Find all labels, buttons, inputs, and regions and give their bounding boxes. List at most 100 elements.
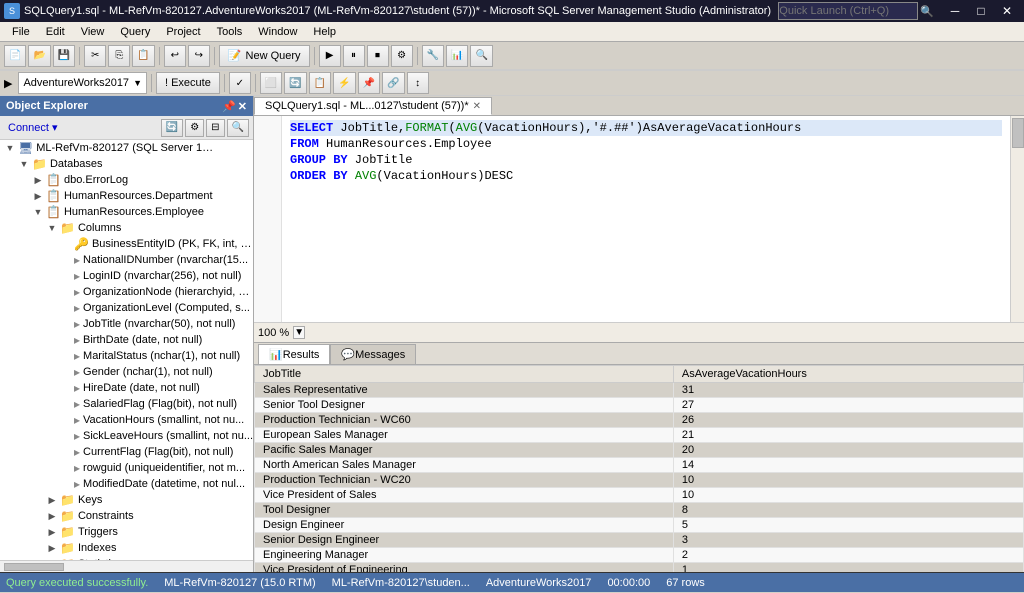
tb-btn5[interactable]: 🔧 [422, 45, 444, 67]
tb-btn7[interactable]: 🔍 [470, 45, 492, 67]
tb-btn2[interactable]: ⏸ [343, 45, 365, 67]
tb-debug3[interactable]: 📋 [309, 72, 331, 94]
tb-undo[interactable]: ↩ [164, 45, 186, 67]
menu-project[interactable]: Project [158, 24, 208, 40]
tree-item[interactable]: ▶📁Triggers [0, 524, 253, 540]
cell-avghours: 3 [673, 533, 1023, 548]
tb-redo[interactable]: ↪ [188, 45, 210, 67]
tb-copy[interactable]: ⎘ [108, 45, 130, 67]
tree-item[interactable]: ▸Gender (nchar(1), not null) [0, 364, 253, 380]
tree-item[interactable]: ▸NationalIDNumber (nvarchar(15... [0, 252, 253, 268]
tree-item[interactable]: ▸SickLeaveHours (smallint, not nu... [0, 428, 253, 444]
oe-collapse-btn[interactable]: ⊟ [206, 119, 224, 137]
minimize-button[interactable]: ─ [942, 0, 968, 22]
editor-scrollbar[interactable] [1010, 116, 1024, 322]
tree-item[interactable]: ▼🖥ML-RefVm-820127 (SQL Server 15.0 RTMCU… [0, 140, 253, 156]
db-dropdown[interactable]: AdventureWorks2017 ▼ [18, 72, 147, 94]
tb-debug7[interactable]: ↕ [407, 72, 429, 94]
close-button[interactable]: ✕ [994, 0, 1020, 22]
tree-item[interactable]: ▸HireDate (date, not null) [0, 380, 253, 396]
menu-view[interactable]: View [73, 24, 113, 40]
tb-btn3[interactable]: ⏹ [367, 45, 389, 67]
editor-tab-1[interactable]: SQLQuery1.sql - ML...0127\student (57))*… [254, 97, 492, 115]
table-row[interactable]: North American Sales Manager14 [255, 458, 1024, 473]
table-row[interactable]: Vice President of Engineering1 [255, 563, 1024, 573]
tb-paste[interactable]: 📋 [132, 45, 154, 67]
tree-item[interactable]: ▶📁Indexes [0, 540, 253, 556]
table-row[interactable]: Production Technician - WC6026 [255, 413, 1024, 428]
table-row[interactable]: Pacific Sales Manager20 [255, 443, 1024, 458]
tree-item[interactable]: ▸ModifiedDate (datetime, not nul... [0, 476, 253, 492]
tb-debug1[interactable]: ⬜ [260, 72, 282, 94]
tb-debug2[interactable]: 🔄 [284, 72, 306, 94]
tree-item[interactable]: ▸SalariedFlag (Flag(bit), not null) [0, 396, 253, 412]
results-table-header: JobTitle AsAverageVacationHours [255, 366, 1024, 383]
results-tab-results[interactable]: 📊 Results [258, 344, 330, 364]
table-row[interactable]: Tool Designer8 [255, 503, 1024, 518]
table-row[interactable]: Sales Representative31 [255, 383, 1024, 398]
menu-edit[interactable]: Edit [38, 24, 73, 40]
tree-type-icon: ▸ [74, 317, 80, 331]
oe-refresh-btn[interactable]: 🔄 [161, 119, 183, 137]
oe-properties-btn[interactable]: 🔍 [227, 119, 249, 137]
tree-type-icon: ▸ [74, 445, 80, 459]
menu-help[interactable]: Help [305, 24, 344, 40]
tree-item[interactable]: ▸LoginID (nvarchar(256), not null) [0, 268, 253, 284]
oe-connect-button[interactable]: Connect ▾ [4, 119, 62, 136]
table-row[interactable]: Design Engineer5 [255, 518, 1024, 533]
menu-window[interactable]: Window [250, 24, 305, 40]
tb-file-new[interactable]: 📄 [4, 45, 26, 67]
tb-debug6[interactable]: 🔗 [382, 72, 404, 94]
quick-launch-input[interactable] [778, 2, 918, 20]
tb-open[interactable]: 📂 [28, 45, 50, 67]
tree-item[interactable]: 🔑BusinessEntityID (PK, FK, int, not... [0, 236, 253, 252]
tb-btn4[interactable]: ⚙ [391, 45, 413, 67]
tree-item[interactable]: ▸CurrentFlag (Flag(bit), not null) [0, 444, 253, 460]
oe-filter-btn[interactable]: ⚙ [185, 119, 204, 137]
tree-item[interactable]: ▸BirthDate (date, not null) [0, 332, 253, 348]
tb-cut[interactable]: ✂ [84, 45, 106, 67]
window-controls: ─ □ ✕ [942, 0, 1020, 22]
table-row[interactable]: European Sales Manager21 [255, 428, 1024, 443]
tree-item[interactable]: ▸OrganizationNode (hierarchyid, n... [0, 284, 253, 300]
tree-item[interactable]: ▸VacationHours (smallint, not nu... [0, 412, 253, 428]
oe-close-icon[interactable]: ✕ [238, 100, 247, 113]
table-row[interactable]: Engineering Manager2 [255, 548, 1024, 563]
menu-query[interactable]: Query [112, 24, 158, 40]
new-query-button[interactable]: 📝 New Query [219, 45, 310, 67]
tree-item[interactable]: ▼📁Databases [0, 156, 253, 172]
results-tab-messages[interactable]: 💬 Messages [330, 344, 416, 364]
oe-pin-icon[interactable]: 📌 [222, 100, 236, 113]
tree-item[interactable]: ▸OrganizationLevel (Computed, s... [0, 300, 253, 316]
menu-tools[interactable]: Tools [209, 24, 251, 40]
table-row[interactable]: Vice President of Sales10 [255, 488, 1024, 503]
maximize-button[interactable]: □ [968, 0, 994, 22]
tree-item[interactable]: ▼📁Columns [0, 220, 253, 236]
tree-item[interactable]: ▸MaritalStatus (nchar(1), not null) [0, 348, 253, 364]
zoom-dropdown-button[interactable]: ▼ [293, 326, 305, 339]
tree-item[interactable]: ▶📁Constraints [0, 508, 253, 524]
sql-editor[interactable]: SELECT JobTitle,FORMAT(AVG(VacationHours… [282, 116, 1010, 318]
results-table-container: JobTitle AsAverageVacationHours Sales Re… [254, 365, 1024, 572]
tab-close-icon-1[interactable]: ✕ [473, 101, 481, 112]
tree-item[interactable]: ▶📋HumanResources.Department [0, 188, 253, 204]
tb-save[interactable]: 💾 [53, 45, 75, 67]
tb-checkmark[interactable]: ✓ [229, 72, 251, 94]
tree-item[interactable]: ▶📁Keys [0, 492, 253, 508]
menu-file[interactable]: File [4, 24, 38, 40]
table-row[interactable]: Senior Tool Designer27 [255, 398, 1024, 413]
table-row[interactable]: Senior Design Engineer3 [255, 533, 1024, 548]
oe-scrollbar-x[interactable] [0, 560, 253, 572]
tree-item[interactable]: ▸rowguid (uniqueidentifier, not m... [0, 460, 253, 476]
tree-item[interactable]: ▼📋HumanResources.Employee [0, 204, 253, 220]
tree-item[interactable]: ▶📋dbo.ErrorLog [0, 172, 253, 188]
tb-btn1[interactable]: ▶ [319, 45, 341, 67]
tree-type-icon: 📁 [60, 541, 75, 555]
tb-btn6[interactable]: 📊 [446, 45, 468, 67]
tb-debug5[interactable]: 📌 [358, 72, 380, 94]
tree-item-label: OrganizationLevel (Computed, s... [83, 302, 250, 314]
table-row[interactable]: Production Technician - WC2010 [255, 473, 1024, 488]
execute-button[interactable]: ! Execute [156, 72, 220, 94]
tree-item[interactable]: ▸JobTitle (nvarchar(50), not null) [0, 316, 253, 332]
tb-debug4[interactable]: ⚡ [333, 72, 355, 94]
